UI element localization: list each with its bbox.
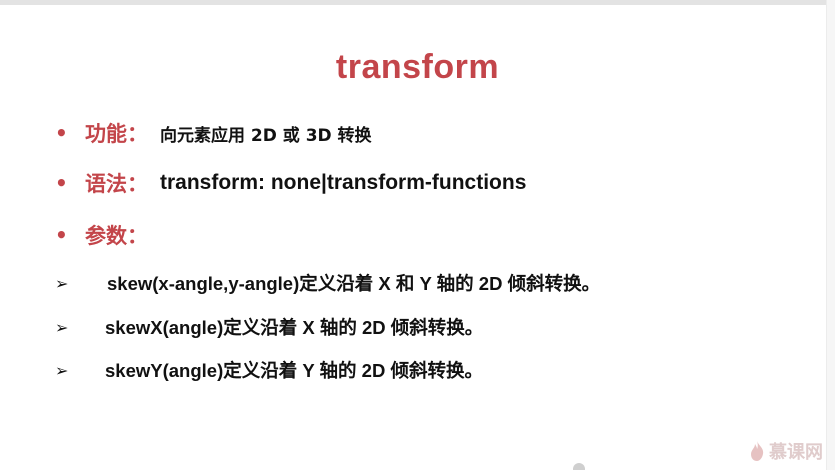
scroll-indicator: [573, 463, 585, 470]
bullet-label: 语法：: [85, 172, 148, 196]
bullet-params: • 参数：: [55, 220, 148, 250]
bullet-dot-icon: •: [55, 171, 68, 195]
arrow-bullet-icon: ➢: [55, 317, 69, 337]
watermark: 慕课网: [749, 438, 823, 464]
param-text: skewY(angle)定义沿着 Y 轴的 2D 倾斜转换。: [105, 360, 483, 381]
bullet-dot-icon: •: [55, 223, 68, 247]
bullet-label: 功能：: [85, 122, 148, 146]
watermark-text: 慕课网: [769, 442, 823, 463]
bullet-syntax: • 语法： transform: none|transform-function…: [55, 168, 526, 198]
bullet-function: • 功能： 向元素应用 2D 或 3D 转换: [55, 118, 372, 148]
param-text: skewX(angle)定义沿着 X 轴的 2D 倾斜转换。: [105, 317, 484, 338]
top-bar: [0, 0, 835, 5]
param-item-skew: ➢ skew(x-angle,y-angle)定义沿着 X 和 Y 轴的 2D …: [55, 270, 600, 296]
bullet-label: 参数：: [85, 224, 148, 248]
param-item-skewx: ➢ skewX(angle)定义沿着 X 轴的 2D 倾斜转换。: [55, 314, 483, 340]
param-item-skewy: ➢ skewY(angle)定义沿着 Y 轴的 2D 倾斜转换。: [55, 357, 483, 383]
flame-logo-icon: [751, 441, 764, 461]
bullet-value: transform: none|transform-functions: [160, 171, 527, 194]
param-text: skew(x-angle,y-angle)定义沿着 X 和 Y 轴的 2D 倾斜…: [107, 273, 601, 294]
bullet-value: 向元素应用 2D 或 3D 转换: [160, 125, 372, 146]
slide: transform • 功能： 向元素应用 2D 或 3D 转换 • 语法： t…: [0, 0, 835, 470]
arrow-bullet-icon: ➢: [55, 360, 69, 380]
bullet-dot-icon: •: [55, 121, 68, 145]
slide-title: transform: [335, 48, 500, 86]
arrow-bullet-icon: ➢: [55, 273, 69, 293]
